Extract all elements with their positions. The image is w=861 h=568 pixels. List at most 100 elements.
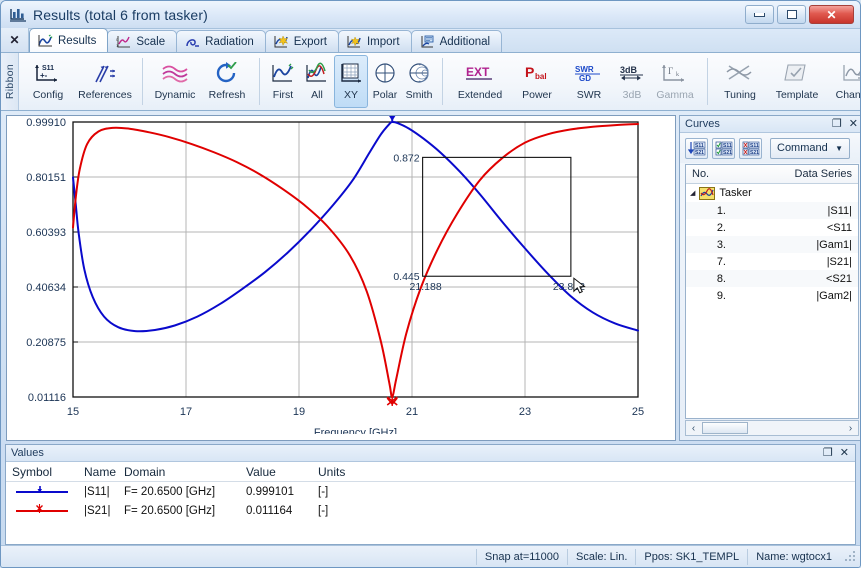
scale-icon: 0 1 <box>116 35 131 48</box>
ribbon-button-first[interactable]: First <box>266 55 300 108</box>
curves-list-item[interactable]: 2. <S11 <box>686 219 858 236</box>
curves-list-item[interactable]: 3. |Gam1| <box>686 236 858 253</box>
curves-panel-header: Curves ❐ ✕ <box>680 116 860 133</box>
ribbon-button-power[interactable]: P bal Power <box>511 55 563 108</box>
ribbon-button-extended[interactable]: EXT Extended <box>449 55 511 108</box>
series-units: [-] <box>318 504 329 517</box>
ribbon-button-3db[interactable]: 3dB 3dB <box>615 55 649 108</box>
xy-plot[interactable]: 0.99910 0.80151 0.60393 0.40634 0.20875 0.011… <box>7 116 675 434</box>
curves-list-item[interactable]: 8. <S21 <box>686 270 858 287</box>
ribbon-group-refresh: Dynamic Refresh <box>146 53 256 110</box>
svg-text:S11: S11 <box>723 143 732 149</box>
curves-horizontal-scrollbar[interactable]: ‹ › <box>685 420 859 436</box>
tab-import[interactable]: Import <box>337 30 412 52</box>
curves-list-item[interactable]: 1. |S11| <box>686 202 858 219</box>
ribbon-button-dynamic[interactable]: Dynamic <box>149 55 201 108</box>
ribbon-button-references[interactable]: References <box>74 55 136 108</box>
ribbon-button-label: Refresh <box>208 89 246 101</box>
curves-panel: Curves ❐ ✕ S11 S21 S11 S21 S11 S21 Comma… <box>679 115 860 441</box>
add-s11-s21-button[interactable]: S11 S21 <box>685 137 708 159</box>
scroll-right-icon[interactable]: › <box>843 421 858 435</box>
curves-list[interactable]: No. Data Series ◢ Tasker 1. |S11| 2. <S11 3.… <box>685 164 859 419</box>
command-dropdown[interactable]: Command ▼ <box>770 137 850 159</box>
ribbon-button-config[interactable]: S11 +- Config <box>22 55 74 108</box>
maximize-button[interactable] <box>777 5 806 24</box>
ribbon-button-gamma[interactable]: Γ k Gamma <box>649 55 701 108</box>
ribbon-side-label[interactable]: Ribbon <box>1 53 19 110</box>
curves-list-item[interactable]: 9. |Gam2| <box>686 287 858 304</box>
ribbon-button-all[interactable]: All <box>300 55 334 108</box>
column-header-value: Value <box>246 464 276 479</box>
ribbon-button-label: Tuning <box>724 89 756 101</box>
tab-label: Additional <box>439 35 491 48</box>
svg-text:Γ: Γ <box>668 66 673 76</box>
series-name: |S11| <box>84 485 110 498</box>
ribbon-button-change[interactable]: Change <box>828 55 860 108</box>
series-units: [-] <box>318 485 329 498</box>
chart-window-icon <box>10 8 26 22</box>
values-table-row[interactable]: |S21| F= 20.6500 [GHz] 0.011164 [-] <box>6 501 855 520</box>
tab-scale[interactable]: 0 1 Scale <box>107 30 178 52</box>
ribbon-button-label: Config <box>32 89 64 101</box>
first-curve-icon <box>270 60 296 88</box>
ribbon-button-smith[interactable]: Smith <box>402 55 436 108</box>
curves-group-tasker[interactable]: ◢ Tasker <box>686 184 858 202</box>
minimize-button[interactable] <box>745 5 774 24</box>
ext-icon: EXT <box>460 60 500 88</box>
check-s11-s21-button[interactable]: S11 S21 <box>712 137 735 159</box>
tab-label: Import <box>366 35 400 48</box>
curves-panel-title: Curves <box>685 118 720 130</box>
curve-series-name: <S11 <box>826 221 852 234</box>
svg-text:S11: S11 <box>750 143 759 149</box>
resize-grip-icon[interactable] <box>843 549 857 564</box>
curves-list-header: No. Data Series <box>686 165 858 184</box>
ribbon-button-tuning[interactable]: Tuning <box>714 55 766 108</box>
values-table-row[interactable]: |S11| F= 20.6500 [GHz] 0.999101 [-] <box>6 482 855 501</box>
curves-toolbar: S11 S21 S11 S21 S11 S21 Command ▼ <box>680 133 860 163</box>
scroll-left-icon[interactable]: ‹ <box>686 421 701 435</box>
three-db-icon: 3dB <box>617 60 647 88</box>
svg-text:S11: S11 <box>695 143 704 149</box>
close-button[interactable]: ✕ <box>809 5 854 24</box>
uncheck-s11-s21-button[interactable]: S11 S21 <box>739 137 762 159</box>
ribbon-button-polar[interactable]: Polar <box>368 55 402 108</box>
svg-text:25: 25 <box>632 406 644 418</box>
values-table-header: Symbol Name Domain Value Units <box>6 462 855 482</box>
ribbon-label-text: Ribbon <box>3 63 16 100</box>
close-icon[interactable]: ✕ <box>840 447 849 459</box>
tab-label: Radiation <box>205 35 254 48</box>
polar-icon <box>372 60 398 88</box>
svg-text:0.20875: 0.20875 <box>26 337 66 349</box>
main-area: 0.99910 0.80151 0.60393 0.40634 0.20875 0.011… <box>1 112 860 444</box>
maximize-icon <box>786 10 797 19</box>
refresh-icon <box>212 60 242 88</box>
svg-text:S21: S21 <box>723 150 732 156</box>
close-ribbon-icon[interactable]: ✕ <box>1 28 29 52</box>
swr-gd-icon: SWR GD <box>572 60 606 88</box>
series-domain: F= 20.6500 [GHz] <box>124 485 216 498</box>
ribbon-button-xy[interactable]: XY <box>334 55 368 108</box>
tab-export[interactable]: Export <box>264 30 339 52</box>
ribbon-group-analysis: EXT Extended P bal Power SWR GD SWR 3dB … <box>446 53 704 110</box>
ribbon-button-label: Dynamic <box>154 89 196 101</box>
curves-list-item[interactable]: 7. |S21| <box>686 253 858 270</box>
expander-icon[interactable]: ◢ <box>690 189 695 197</box>
ribbon-button-swr[interactable]: SWR GD SWR <box>563 55 615 108</box>
tab-additional[interactable]: Additional <box>410 30 503 52</box>
ribbon-button-label: First <box>272 89 294 101</box>
status-scale: Scale: Lin. <box>567 548 635 565</box>
tab-results[interactable]: Results <box>29 28 109 52</box>
svg-text:0.60393: 0.60393 <box>26 227 66 239</box>
chart-panel[interactable]: 0.99910 0.80151 0.60393 0.40634 0.20875 0.011… <box>6 115 676 441</box>
add-s11-s21-icon: S11 S21 <box>687 141 705 156</box>
scroll-thumb[interactable] <box>702 422 748 434</box>
ribbon-button-label: 3dB <box>622 89 642 101</box>
curve-number: 3. <box>716 238 726 251</box>
float-icon[interactable]: ❐ <box>832 118 842 130</box>
tab-radiation[interactable]: Radiation <box>176 30 266 52</box>
close-icon[interactable]: ✕ <box>849 118 858 130</box>
float-icon[interactable]: ❐ <box>823 447 833 459</box>
tab-label: Export <box>293 35 327 48</box>
ribbon-button-refresh[interactable]: Refresh <box>201 55 253 108</box>
ribbon-button-template[interactable]: Template <box>766 55 828 108</box>
